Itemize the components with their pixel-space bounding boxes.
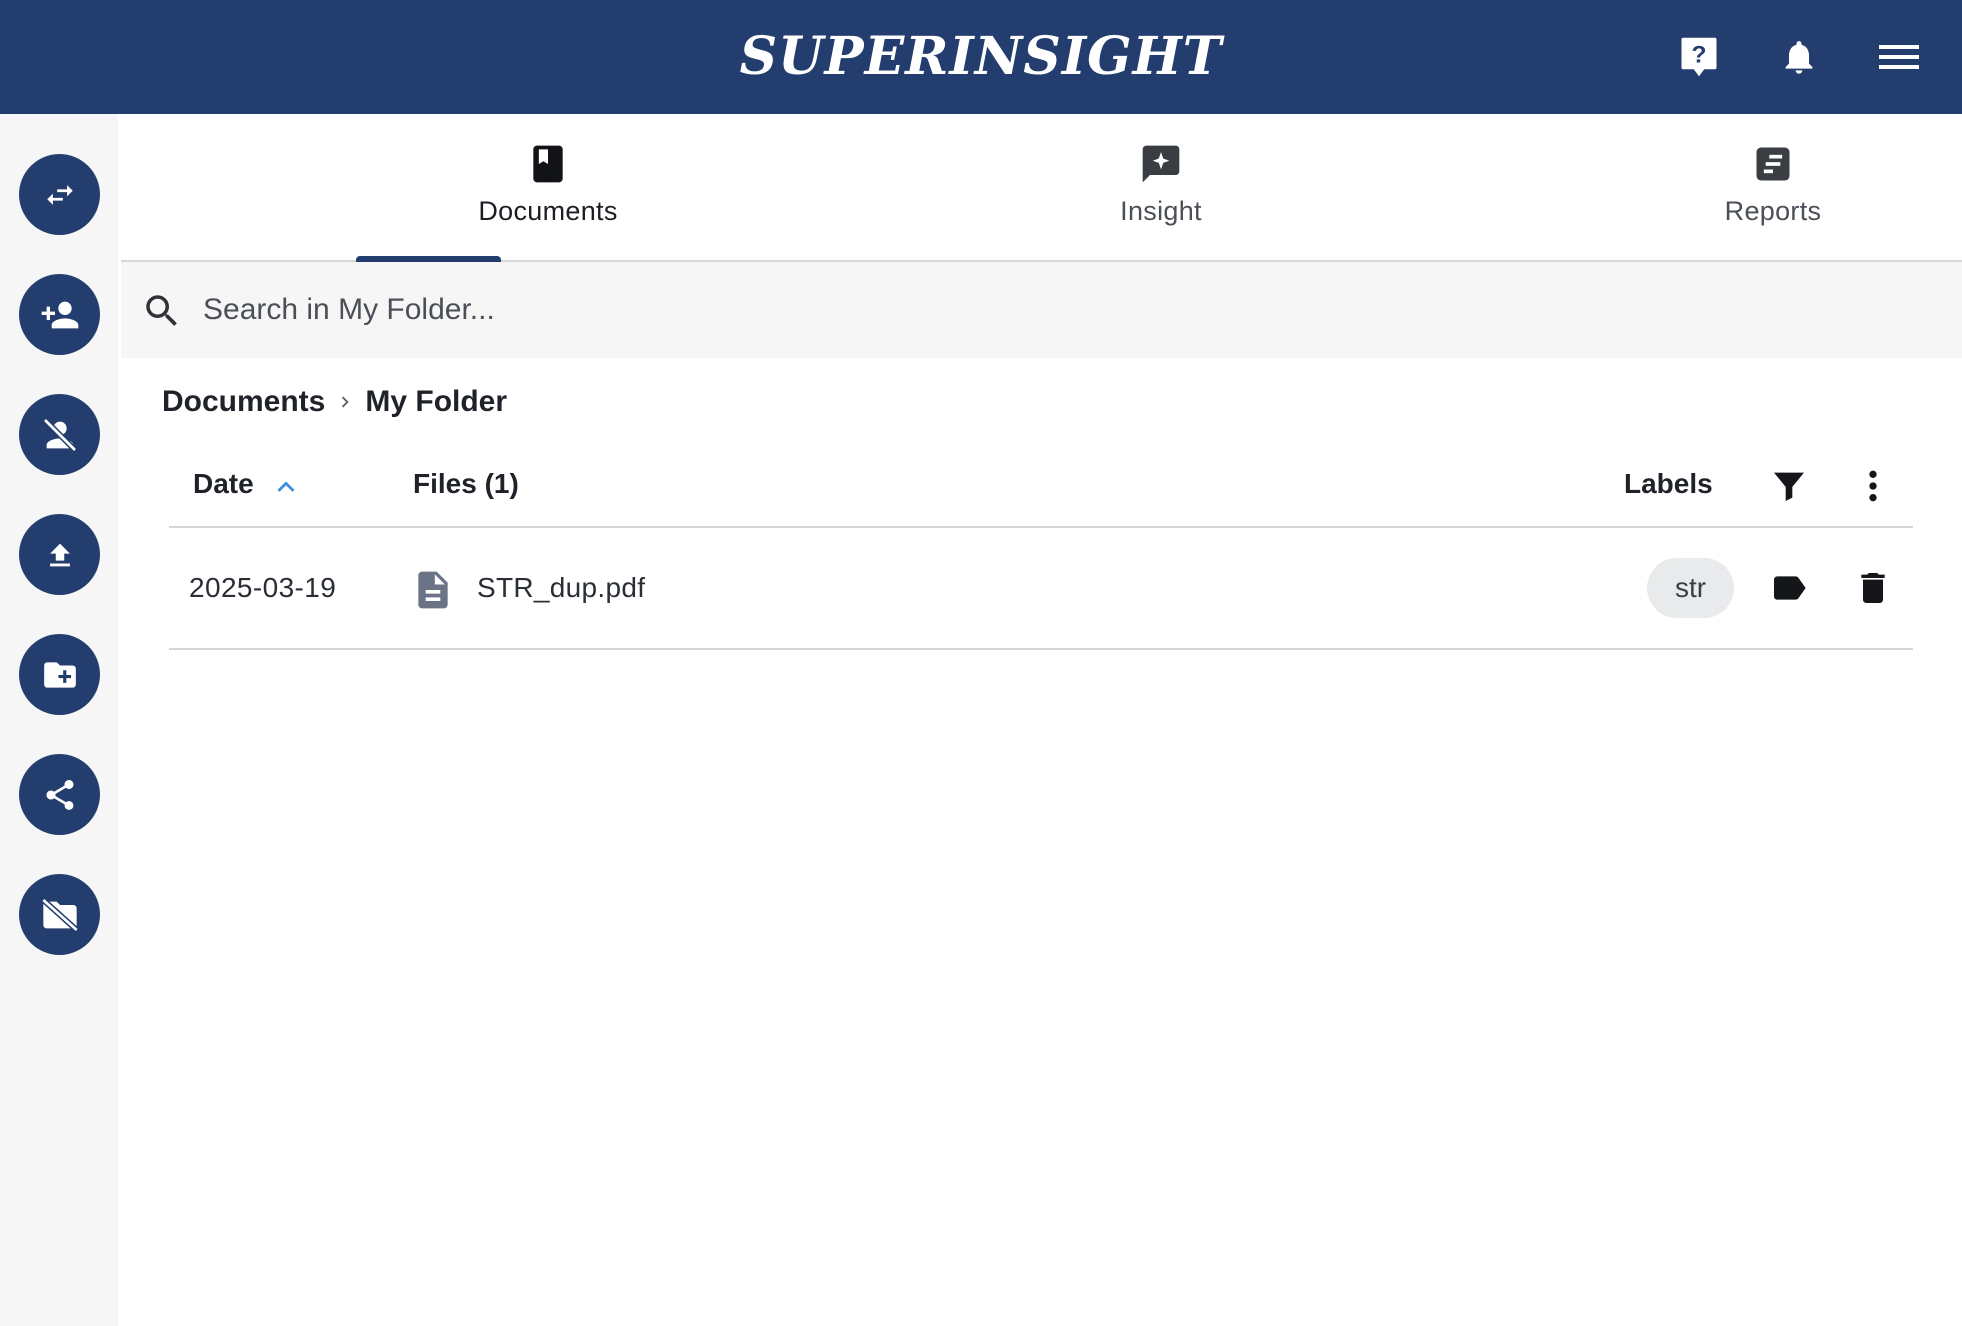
tab-label: Documents: [478, 196, 618, 226]
swap-arrows-icon: [46, 184, 73, 205]
share-icon: [46, 779, 73, 810]
tab-label: Insight: [1120, 196, 1202, 226]
chevron-right-icon: [325, 389, 365, 415]
add-person-button[interactable]: [19, 274, 100, 355]
upload-icon: [49, 543, 70, 566]
tab-documents[interactable]: Documents: [398, 114, 698, 260]
remove-person-icon: [42, 417, 77, 452]
file-document-icon: [418, 571, 448, 609]
help-icon[interactable]: ?: [1674, 32, 1724, 82]
tab-bar: Documents Insight Reports: [121, 114, 1962, 262]
left-action-rail: [0, 114, 118, 1326]
search-input[interactable]: [201, 282, 1901, 338]
tab-label: Reports: [1724, 196, 1822, 226]
row-file-name[interactable]: STR_dup.pdf: [477, 572, 645, 604]
column-header-date[interactable]: Date: [193, 468, 254, 500]
folder-off-button[interactable]: [19, 874, 100, 955]
filter-icon[interactable]: [1769, 466, 1809, 506]
hamburger-menu-icon[interactable]: [1874, 32, 1924, 82]
table-header: Date Files (1) Labels: [169, 456, 1913, 528]
tab-insight[interactable]: Insight: [1011, 114, 1311, 260]
table-row[interactable]: 2025-03-19 STR_dup.pdf str: [169, 528, 1913, 650]
add-person-icon: [41, 301, 78, 328]
notifications-bell-icon[interactable]: [1774, 32, 1824, 82]
tab-reports[interactable]: Reports: [1623, 114, 1923, 260]
breadcrumb-current: My Folder: [365, 385, 508, 418]
more-vertical-icon[interactable]: [1853, 466, 1893, 506]
folder-off-icon: [40, 897, 79, 932]
breadcrumb: Documents My Folder: [162, 382, 507, 422]
sparkle-chat-icon: [1142, 145, 1180, 183]
share-button[interactable]: [19, 754, 100, 835]
book-icon: [533, 145, 563, 183]
column-header-labels: Labels: [1624, 468, 1713, 499]
top-app-bar: SUPERINSIGHT ?: [0, 0, 1962, 114]
remove-person-button[interactable]: [19, 394, 100, 475]
row-date: 2025-03-19: [189, 572, 337, 603]
upload-button[interactable]: [19, 514, 100, 595]
column-header-date-label: Date: [193, 468, 254, 499]
column-header-files: Files (1): [413, 468, 519, 499]
search-icon: [146, 295, 177, 326]
swap-button[interactable]: [19, 154, 100, 235]
breadcrumb-documents[interactable]: Documents: [162, 385, 325, 419]
label-tag-icon[interactable]: [1769, 568, 1809, 608]
brand-logo[interactable]: SUPERINSIGHT: [0, 26, 1962, 87]
report-icon: [1756, 147, 1790, 181]
search-bar: [121, 262, 1962, 358]
label-chip[interactable]: str: [1647, 558, 1734, 618]
new-folder-icon: [43, 661, 76, 688]
svg-text:?: ?: [1692, 41, 1707, 68]
delete-trash-icon[interactable]: [1853, 566, 1893, 610]
new-folder-button[interactable]: [19, 634, 100, 715]
sort-ascending-icon[interactable]: [269, 470, 303, 504]
